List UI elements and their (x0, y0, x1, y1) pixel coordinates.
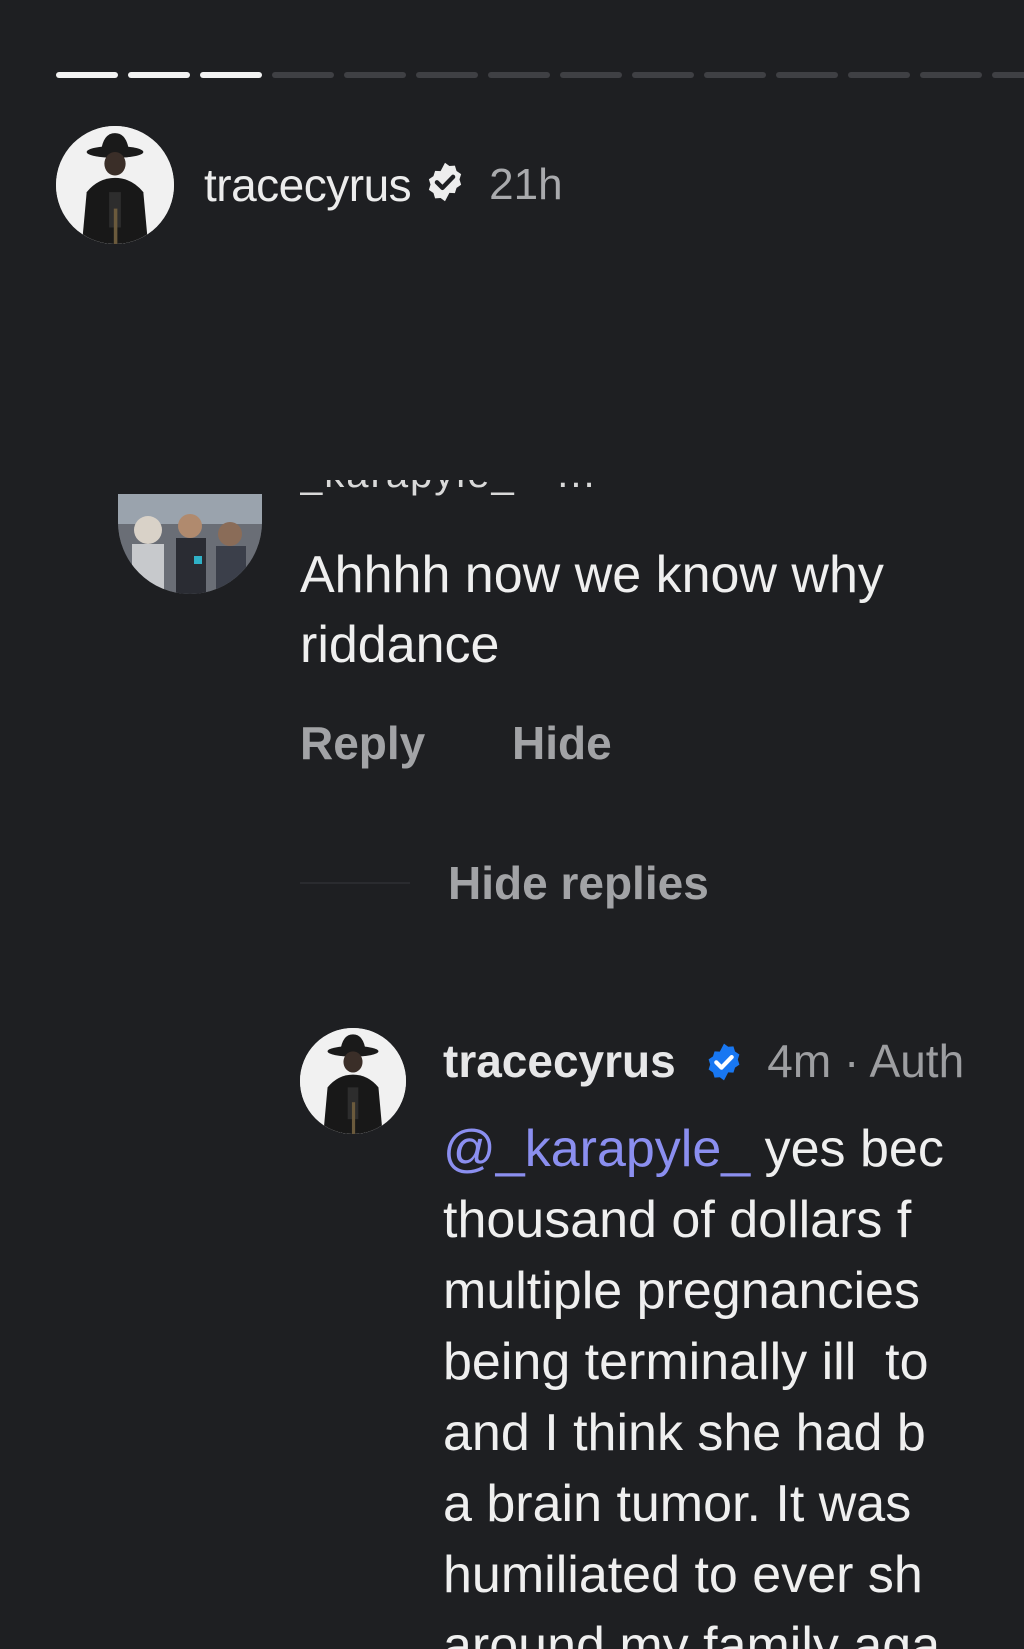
progress-segment (56, 72, 118, 78)
story-author-username[interactable]: tracecyrus (204, 158, 412, 212)
commenter-username[interactable]: _karapyle_ · ... (300, 480, 597, 510)
mention-link[interactable]: @_karapyle_ (443, 1120, 750, 1178)
progress-segment (488, 72, 550, 78)
hide-comment-button[interactable]: Hide (512, 717, 612, 769)
story-timestamp: 21h (489, 160, 563, 209)
reply-text-line: multiple pregnancies (443, 1262, 920, 1320)
comment-text-line: Ahhhh now we know why (300, 546, 884, 604)
comment-text: Ahhhh now we know why riddance (300, 540, 1024, 680)
story-header: tracecyrus 21h (56, 126, 563, 244)
hide-replies-toggle[interactable]: Hide replies (300, 856, 709, 910)
reply-text-line: a brain tumor. It was (443, 1475, 912, 1533)
thread-line (300, 882, 410, 884)
progress-segment (128, 72, 190, 78)
story-author-avatar[interactable] (56, 126, 174, 244)
reply-text: @_karapyle_ yes bec thousand of dollars … (443, 1114, 1024, 1649)
commenter-avatar[interactable] (118, 494, 262, 594)
instagram-story-screen: tracecyrus 21h _karapyle_ · ... Ahhhh no… (0, 0, 1024, 1649)
cowboy-avatar-icon (300, 1028, 406, 1134)
story-progress-bar (56, 72, 1024, 79)
progress-segment (560, 72, 622, 78)
progress-segment (992, 72, 1024, 78)
progress-segment (272, 72, 334, 78)
reply-author-avatar-wrapper (300, 1028, 406, 1134)
reply-text-line: thousand of dollars f (443, 1191, 912, 1249)
progress-segment (776, 72, 838, 78)
verified-badge-icon (708, 1043, 739, 1081)
reply-text-line: around my family aga (443, 1617, 941, 1649)
progress-segment (632, 72, 694, 78)
reply-text-fragment: yes bec (750, 1120, 944, 1178)
cowboy-avatar-icon (56, 126, 174, 244)
reply-text-line: humiliated to ever sh (443, 1546, 923, 1604)
commenter-username-text: _karapyle_ · ... (300, 480, 597, 494)
hide-replies-label: Hide replies (448, 857, 709, 909)
group-photo-avatar-icon (118, 494, 262, 594)
reply-meta: 4m · Auth (767, 1035, 965, 1087)
reply-text-line: being terminally ill to (443, 1333, 929, 1391)
progress-segment (920, 72, 982, 78)
progress-segment (848, 72, 910, 78)
progress-segment (704, 72, 766, 78)
reply-text-line: @_karapyle_ yes bec (443, 1114, 1024, 1185)
reply-author-username[interactable]: tracecyrus (443, 1035, 676, 1087)
comment-actions: Reply Hide (300, 716, 686, 770)
progress-segment (344, 72, 406, 78)
progress-segment (416, 72, 478, 78)
progress-segment (200, 72, 262, 78)
reply-button[interactable]: Reply (300, 717, 425, 769)
verified-badge-icon (429, 162, 462, 202)
reply-header: tracecyrus 4m · Auth (443, 1034, 964, 1088)
reply-author-avatar[interactable] (300, 1028, 406, 1134)
reply-text-line: and I think she had b (443, 1404, 926, 1462)
comment-text-line: riddance (300, 616, 500, 674)
